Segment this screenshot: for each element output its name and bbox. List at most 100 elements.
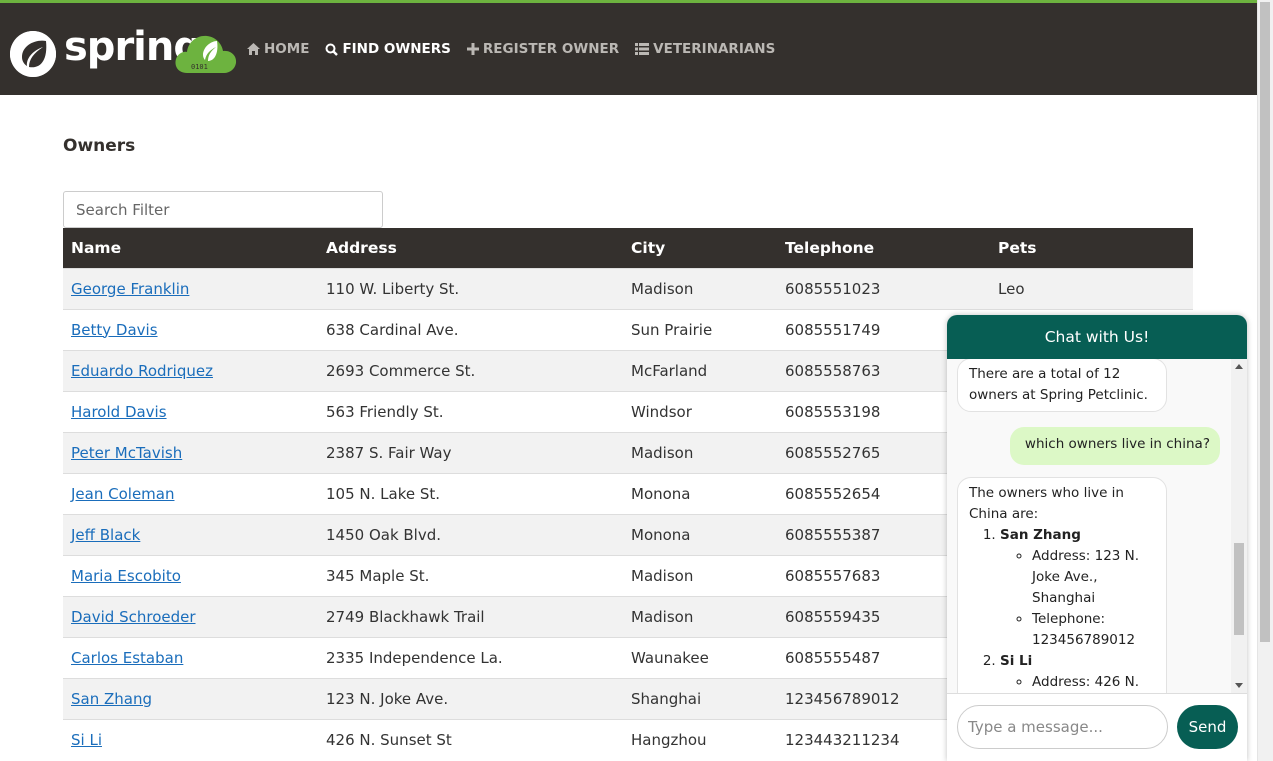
table-header-row: Name Address City Telephone Pets bbox=[63, 228, 1193, 268]
owners-list: San Zhang Address: 123 N. Joke Ave., Sha… bbox=[969, 525, 1155, 693]
owner-city-cell: Hangzhou bbox=[623, 718, 777, 760]
message-text: There are a total of 12 bbox=[969, 366, 1121, 382]
page-scrollbar-thumb[interactable] bbox=[1260, 2, 1270, 642]
owner-name-link[interactable]: San Zhang bbox=[71, 690, 152, 708]
owner-city-cell: Madison bbox=[623, 267, 777, 309]
owner-name-link[interactable]: Eduardo Rodriquez bbox=[71, 362, 213, 380]
owner-city-cell: Windsor bbox=[623, 390, 777, 432]
column-header-name[interactable]: Name bbox=[63, 228, 318, 268]
owner-name-link[interactable]: Peter McTavish bbox=[71, 444, 182, 462]
chat-widget: Chat with Us! There are a total of 12 ow… bbox=[947, 315, 1247, 761]
owner-pets-cell: Leo bbox=[990, 267, 1193, 309]
nav-find-owners-label: Find owners bbox=[342, 41, 451, 57]
owner-name-link[interactable]: Jeff Black bbox=[71, 526, 140, 544]
owner-name: Si Li bbox=[1000, 653, 1033, 669]
owner-name-link[interactable]: Maria Escobito bbox=[71, 567, 181, 585]
message-text: which owners live in china? bbox=[1024, 436, 1210, 452]
owner-name-cell: Maria Escobito bbox=[63, 554, 318, 596]
nav-veterinarians[interactable]: Veterinarians bbox=[635, 41, 775, 57]
owner-city-cell: Waunakee bbox=[623, 636, 777, 678]
owner-address-cell: 2387 S. Fair Way bbox=[318, 431, 623, 473]
list-item: Telephone: 123456789012 bbox=[1032, 609, 1155, 651]
column-header-telephone[interactable]: Telephone bbox=[777, 228, 990, 268]
owner-name-cell: Carlos Estaban bbox=[63, 636, 318, 678]
chat-footer: Send bbox=[947, 693, 1247, 761]
owner-details: Address: 426 N. bbox=[1000, 672, 1155, 693]
main-nav: Home Find owners Register owner Veterina… bbox=[247, 41, 775, 57]
chat-title: Chat with Us! bbox=[1044, 328, 1150, 346]
message-text: Address: 426 N. bbox=[1032, 674, 1140, 690]
chat-header[interactable]: Chat with Us! bbox=[947, 315, 1247, 359]
message-text: Telephone: bbox=[1032, 611, 1106, 627]
owner-name-link[interactable]: Harold Davis bbox=[71, 403, 167, 421]
page-title: Owners bbox=[63, 136, 136, 156]
owner-name-link[interactable]: Jean Coleman bbox=[71, 485, 174, 503]
owner-name-cell: David Schroeder bbox=[63, 595, 318, 637]
nav-register-owner[interactable]: Register owner bbox=[466, 41, 619, 57]
column-header-pets[interactable]: Pets bbox=[990, 228, 1193, 268]
page-scrollbar[interactable] bbox=[1257, 0, 1273, 761]
owner-address-cell: 345 Maple St. bbox=[318, 554, 623, 596]
user-message: which owners live in china? bbox=[1010, 427, 1220, 465]
scroll-up-icon[interactable] bbox=[1235, 364, 1243, 369]
list-item: San Zhang Address: 123 N. Joke Ave., Sha… bbox=[1000, 525, 1155, 651]
chat-scrollbar-thumb[interactable] bbox=[1234, 543, 1244, 635]
spring-leaf-icon bbox=[10, 31, 56, 77]
owner-name-link[interactable]: Betty Davis bbox=[71, 321, 158, 339]
owner-address-cell: 2749 Blackhawk Trail bbox=[318, 595, 623, 637]
nav-home[interactable]: Home bbox=[247, 41, 309, 57]
owner-address-cell: 426 N. Sunset St bbox=[318, 718, 623, 760]
nav-find-owners[interactable]: Find owners bbox=[325, 41, 451, 57]
owner-name-link[interactable]: David Schroeder bbox=[71, 608, 196, 626]
owner-name-link[interactable]: George Franklin bbox=[71, 280, 189, 298]
owner-address-cell: 110 W. Liberty St. bbox=[318, 267, 623, 309]
petclinic-cloud-icon: 0101 bbox=[173, 29, 239, 79]
message-text: Joke Ave., bbox=[1032, 569, 1098, 585]
owner-name-link[interactable]: Si Li bbox=[71, 731, 102, 749]
owner-name-cell: Jeff Black bbox=[63, 513, 318, 555]
chat-scrollbar[interactable] bbox=[1231, 359, 1247, 693]
owner-city-cell: Shanghai bbox=[623, 677, 777, 719]
owner-name-cell: George Franklin bbox=[63, 267, 318, 309]
owner-city-cell: McFarland bbox=[623, 349, 777, 391]
chat-message-input[interactable] bbox=[957, 705, 1168, 749]
owner-address-cell: 105 N. Lake St. bbox=[318, 472, 623, 514]
search-icon bbox=[325, 43, 339, 56]
owner-telephone-cell: 6085551023 bbox=[777, 267, 990, 309]
owner-city-cell: Monona bbox=[623, 513, 777, 555]
owner-name-cell: Eduardo Rodriquez bbox=[63, 349, 318, 391]
spring-logo[interactable]: spring 0101 bbox=[10, 24, 238, 77]
owner-name-cell: San Zhang bbox=[63, 677, 318, 719]
list-icon bbox=[635, 43, 650, 55]
table-row: George Franklin 110 W. Liberty St. Madis… bbox=[63, 267, 1193, 309]
column-header-address[interactable]: Address bbox=[318, 228, 623, 268]
send-button[interactable]: Send bbox=[1177, 705, 1238, 749]
column-header-city[interactable]: City bbox=[623, 228, 777, 268]
list-item: Address: 426 N. bbox=[1032, 672, 1155, 693]
owner-name-link[interactable]: Carlos Estaban bbox=[71, 649, 183, 667]
svg-text:0101: 0101 bbox=[191, 63, 208, 71]
owner-address-cell: 563 Friendly St. bbox=[318, 390, 623, 432]
chat-messages[interactable]: There are a total of 12 owners at Spring… bbox=[947, 359, 1247, 693]
owner-city-cell: Sun Prairie bbox=[623, 308, 777, 350]
scroll-down-icon[interactable] bbox=[1235, 683, 1243, 688]
owner-name-cell: Betty Davis bbox=[63, 308, 318, 350]
search-filter-input[interactable] bbox=[63, 191, 383, 228]
message-text: Address: 123 N. bbox=[1032, 548, 1140, 564]
owner-city-cell: Madison bbox=[623, 595, 777, 637]
owner-address-cell: 123 N. Joke Ave. bbox=[318, 677, 623, 719]
message-text: owners at Spring Petclinic. bbox=[969, 387, 1148, 403]
navbar: spring 0101 Home Find owners Register ow… bbox=[0, 0, 1257, 95]
owner-details: Address: 123 N. Joke Ave., Shanghai Tele… bbox=[1000, 546, 1155, 651]
bot-message: There are a total of 12 owners at Spring… bbox=[957, 359, 1167, 412]
owner-city-cell: Madison bbox=[623, 431, 777, 473]
plus-icon bbox=[466, 43, 479, 55]
owner-name-cell: Si Li bbox=[63, 718, 318, 760]
home-icon bbox=[247, 43, 260, 55]
bot-message: The owners who live in China are: San Zh… bbox=[957, 477, 1167, 693]
owner-address-cell: 1450 Oak Blvd. bbox=[318, 513, 623, 555]
message-text: Shanghai bbox=[1032, 590, 1096, 606]
list-item: Address: 123 N. Joke Ave., Shanghai bbox=[1032, 546, 1155, 609]
owner-city-cell: Madison bbox=[623, 554, 777, 596]
owner-city-cell: Monona bbox=[623, 472, 777, 514]
